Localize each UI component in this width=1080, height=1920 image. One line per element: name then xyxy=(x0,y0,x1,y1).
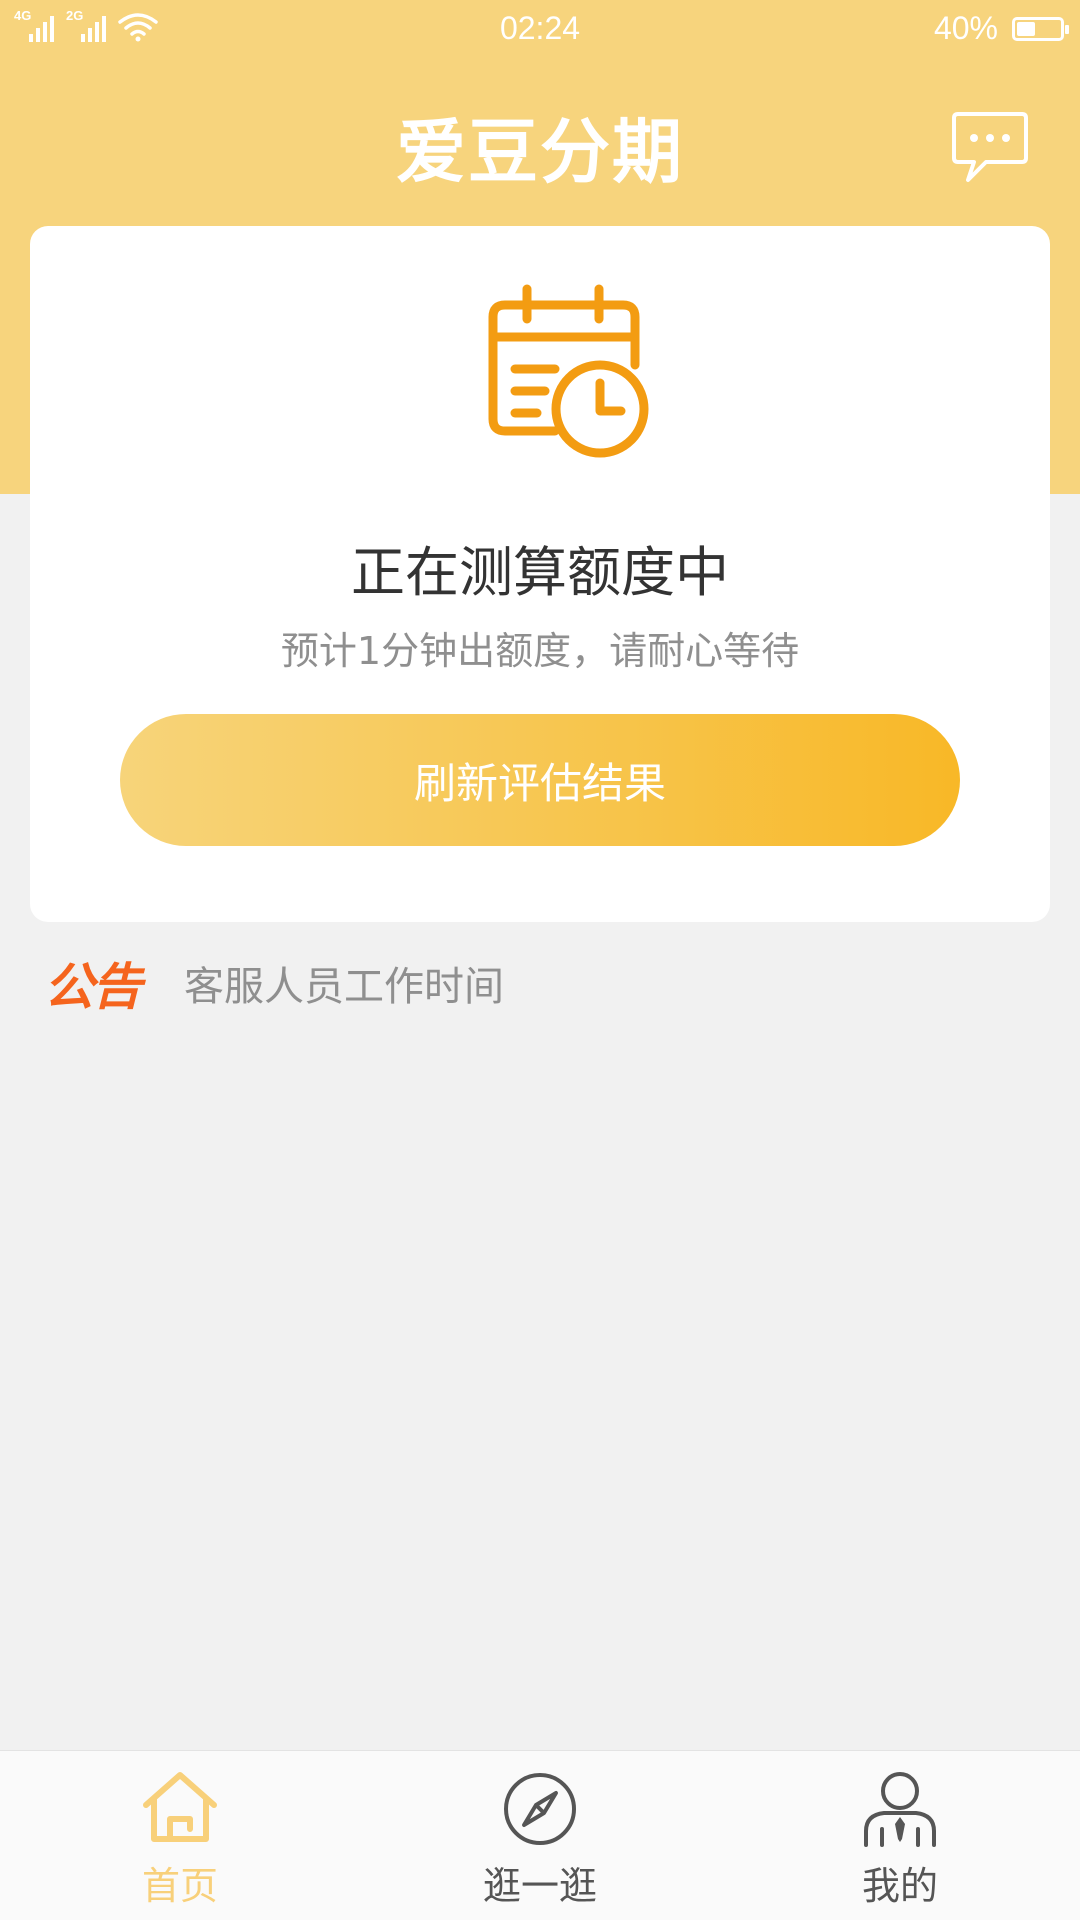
chat-bubble-icon[interactable] xyxy=(950,110,1030,190)
card-title: 正在测算额度中 xyxy=(351,541,729,604)
tab-label: 首页 xyxy=(141,1864,218,1908)
notice-text[interactable]: 客服人员工作时间 xyxy=(184,954,504,1012)
calendar-clock-icon xyxy=(488,284,649,458)
battery-group: 40% xyxy=(933,10,1069,47)
tab-home[interactable]: 首页 xyxy=(0,1751,360,1920)
screen: 4G 2G 02:24 40% 爱豆分期 正在测算额度中 预计1分钟出额度，请耐… xyxy=(0,0,1080,1920)
battery-fill xyxy=(1017,21,1036,36)
battery-icon xyxy=(1012,16,1069,41)
app-title: 爱豆分期 xyxy=(396,111,684,193)
card-subtitle: 预计1分钟出额度，请耐心等待 xyxy=(280,629,800,673)
tab-explore[interactable]: 逛一逛 xyxy=(360,1751,720,1920)
user-icon xyxy=(864,1772,936,1847)
tab-label: 逛一逛 xyxy=(482,1864,597,1908)
status-bar: 4G 2G 02:24 40% xyxy=(0,0,1080,58)
bottom-tab-bar: 首页 逛一逛 我的 xyxy=(0,1750,1080,1920)
tab-label: 我的 xyxy=(861,1864,938,1908)
battery-percent: 40% xyxy=(933,10,998,46)
refresh-result-button[interactable]: 刷新评估结果 xyxy=(120,714,960,846)
notice-tag: 公告 xyxy=(44,958,142,1016)
tab-mine[interactable]: 我的 xyxy=(720,1751,1080,1920)
compass-icon xyxy=(504,1773,576,1845)
status-time: 02:24 xyxy=(499,10,581,46)
notice-bar: 公告 客服人员工作时间 xyxy=(44,950,504,1016)
quota-status-card: 正在测算额度中 预计1分钟出额度，请耐心等待 刷新评估结果 xyxy=(30,226,1050,922)
home-icon xyxy=(143,1772,217,1842)
